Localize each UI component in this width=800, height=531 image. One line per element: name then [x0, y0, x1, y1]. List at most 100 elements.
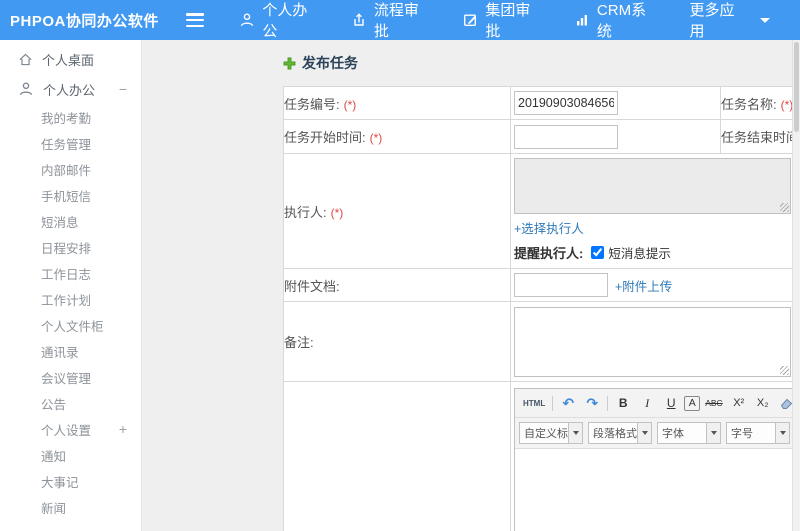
remark-label: 备注: — [284, 335, 314, 350]
nav-label: 个人办公 — [262, 2, 308, 40]
page-title-row: 发布任务 — [283, 53, 800, 73]
sidebar-item-label: 工作计划 — [41, 293, 92, 308]
resize-handle[interactable] — [780, 365, 789, 375]
subscript-button[interactable]: X₂ — [752, 394, 774, 413]
html-source-button[interactable]: HTML — [520, 394, 548, 413]
required-mark: (*) — [343, 97, 357, 112]
sidebar-item-label: 手机短信 — [41, 189, 92, 204]
sidebar-item-mobile-sms[interactable]: 手机短信 — [0, 182, 141, 208]
start-time-label: 任务开始时间: — [284, 130, 366, 145]
toolbar-separator — [552, 395, 554, 411]
task-no-input[interactable] — [514, 91, 618, 115]
caret-down-icon[interactable] — [706, 423, 720, 443]
caret-down-icon[interactable] — [775, 423, 789, 443]
sms-prompt-checkbox[interactable] — [591, 246, 605, 259]
content-scrollbar[interactable] — [792, 40, 800, 531]
sidebar-item-memorabilia[interactable]: 大事记 — [0, 468, 141, 494]
sidebar-item-announcement[interactable]: 公告 — [0, 390, 141, 416]
remark-textarea[interactable] — [514, 306, 791, 377]
expand-toggle-icon[interactable]: + — [119, 422, 127, 436]
expand-toggle-icon[interactable]: − — [119, 82, 127, 96]
sidebar-item-label: 通知 — [41, 449, 67, 464]
sidebar-item-label: 通讯录 — [41, 345, 79, 360]
custom-title-select[interactable]: 自定义标题 — [519, 422, 583, 444]
font-border-button[interactable]: A — [684, 395, 701, 411]
superscript-button[interactable]: X² — [728, 394, 750, 413]
sidebar-item-my-attendance[interactable]: 我的考勤 — [0, 104, 141, 130]
editor-content-area[interactable] — [515, 449, 800, 531]
sidebar-item-label: 大事记 — [41, 475, 79, 490]
sidebar-item-personal-desktop[interactable]: 个人桌面 — [0, 44, 141, 74]
sidebar-item-notice[interactable]: 通知 — [0, 442, 141, 468]
sidebar-item-work-plan[interactable]: 工作计划 — [0, 286, 141, 312]
sidebar-item-news[interactable]: 新闻 — [0, 494, 141, 520]
select-label: 自定义标题 — [524, 428, 568, 440]
resize-handle[interactable] — [780, 203, 789, 212]
caret-down-icon[interactable] — [637, 423, 651, 443]
attachment-input[interactable] — [514, 273, 608, 297]
paragraph-format-select[interactable]: 段落格式 — [588, 422, 652, 444]
sidebar-item-short-message[interactable]: 短消息 — [0, 208, 141, 234]
sidebar-item-meeting-management[interactable]: 会议管理 — [0, 364, 141, 390]
sidebar-item-label: 个人桌面 — [42, 52, 95, 68]
task-name-label-cell: 任务名称: (*) — [720, 86, 800, 120]
executor-textarea[interactable] — [514, 158, 791, 214]
description-label-cell: 任务描述:(*) — [283, 381, 511, 531]
user-icon — [18, 81, 34, 97]
sidebar-item-work-log[interactable]: 工作日志 — [0, 260, 141, 286]
task-no-label-cell: 任务编号: (*) — [283, 86, 511, 120]
sidebar-item-label: 个人文件柜 — [41, 319, 104, 334]
nav-more-apps[interactable]: 更多应用 — [690, 0, 771, 41]
select-label: 段落格式 — [593, 428, 637, 440]
menu-toggle-icon[interactable] — [185, 13, 206, 27]
sidebar-item-personal-settings[interactable]: 个人设置 + — [0, 416, 141, 442]
nav-personal-office[interactable]: 个人办公 — [239, 0, 321, 41]
caret-down-icon[interactable] — [568, 423, 582, 443]
undo-button[interactable]: ↶ — [557, 394, 579, 413]
nav-label: CRM系统 — [596, 2, 647, 40]
italic-button[interactable]: I — [636, 394, 658, 413]
sidebar-item-contacts[interactable]: 通讯录 — [0, 338, 141, 364]
publish-task-form: 任务编号:(*) 任务名称:(*) 任务开始时间:(*) 任务结束时间:(*) — [283, 86, 800, 531]
end-time-label: 任务结束时间: — [721, 130, 800, 145]
sidebar-item-task-management[interactable]: 任务管理 — [0, 130, 141, 156]
task-name-label: 任务名称: — [721, 96, 777, 112]
attachment-label-cell: 附件文档: — [283, 268, 511, 302]
strikethrough-button[interactable]: ABC — [702, 394, 725, 413]
attachment-upload-link[interactable]: +附件上传 — [615, 276, 672, 295]
nav-label: 更多应用 — [689, 2, 735, 40]
select-executor-link[interactable]: +选择执行人 — [514, 222, 584, 236]
nav-label: 集团审批 — [485, 2, 531, 40]
user-icon — [239, 12, 255, 28]
sidebar-item-label: 新闻 — [41, 501, 67, 516]
nav-crm-system[interactable]: CRM系统 — [574, 0, 660, 41]
sidebar-item-personal-file-cabinet[interactable]: 个人文件柜 — [0, 312, 141, 338]
sidebar-item-label: 工作日志 — [41, 267, 92, 282]
nav-group-approval[interactable]: 集团审批 — [462, 0, 544, 41]
sidebar-item-label: 个人办公 — [43, 82, 96, 98]
font-size-select[interactable]: 字号 — [726, 422, 790, 444]
redo-button[interactable]: ↷ — [581, 394, 603, 413]
nav-process-approval[interactable]: 流程审批 — [351, 0, 433, 41]
remark-label-cell: 备注: — [283, 301, 511, 382]
scrollbar-thumb[interactable] — [794, 42, 799, 132]
font-family-select[interactable]: 字体 — [657, 422, 721, 444]
required-mark: (*) — [369, 131, 383, 145]
toolbar-separator — [607, 395, 609, 411]
end-time-label-cell: 任务结束时间:(*) — [720, 119, 800, 154]
underline-button[interactable]: U — [660, 394, 682, 413]
required-mark: (*) — [330, 205, 344, 220]
start-time-input[interactable] — [514, 124, 618, 149]
sidebar-item-label: 日程安排 — [41, 241, 92, 256]
attachment-label: 附件文档: — [284, 278, 340, 294]
sidebar-item-personal-office[interactable]: 个人办公 − — [0, 74, 141, 104]
start-time-label-cell: 任务开始时间: (*) — [283, 119, 511, 154]
app-logo: PHPOA协同办公软件 — [10, 12, 159, 30]
select-label: 字号 — [731, 428, 753, 440]
sidebar-item-internal-mail[interactable]: 内部邮件 — [0, 156, 141, 182]
rich-text-editor: HTML↶↷BIUAABCX²X₂66A 自定义标题段落格式字体字号 — [514, 388, 800, 531]
sidebar-item-label: 内部邮件 — [41, 163, 92, 178]
bold-button[interactable]: B — [612, 394, 634, 413]
sidebar-item-schedule[interactable]: 日程安排 — [0, 234, 141, 260]
executor-label: 执行人: — [284, 204, 327, 220]
